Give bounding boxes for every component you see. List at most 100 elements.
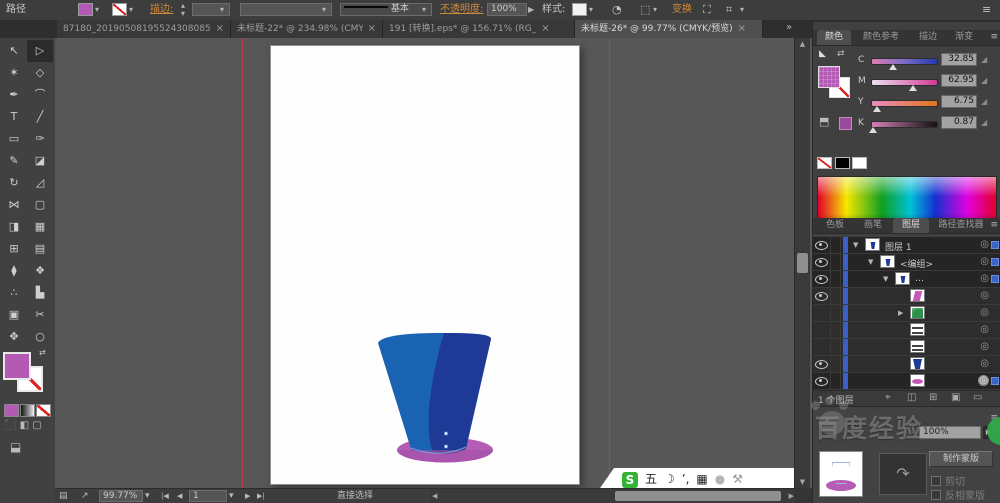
document-info-icon[interactable]: ▤ [59, 489, 68, 503]
layer-row[interactable]: ▼ 图层 1 ◎ [813, 237, 1000, 254]
guide-line-right[interactable] [609, 38, 610, 488]
mask-thumbnail-well[interactable]: ↷ [879, 453, 927, 495]
lock-toggle[interactable] [830, 237, 841, 253]
punctuation-icon[interactable]: ’, [682, 468, 690, 488]
object-thumbnail[interactable] [819, 451, 863, 497]
none-swatch[interactable] [817, 157, 832, 169]
visibility-toggle[interactable] [813, 356, 831, 372]
lock-toggle[interactable] [830, 254, 841, 270]
lock-toggle[interactable] [830, 322, 841, 338]
cup-artwork[interactable] [345, 325, 545, 470]
scroll-down-icon[interactable]: ▼ [795, 476, 810, 488]
layer-row[interactable]: ▶ ◎ [813, 305, 1000, 322]
layers-panel-menu-icon[interactable]: ≡ [990, 220, 998, 230]
target-icon[interactable]: ◎ [980, 273, 989, 284]
layer-thumbnail[interactable] [910, 323, 925, 336]
eyedropper-tool[interactable]: ⧫ [1, 260, 27, 282]
slider-thumb[interactable] [889, 64, 898, 70]
style-chevron-icon[interactable]: ▾ [589, 0, 593, 20]
profile-chevron-icon[interactable]: ▾ [422, 0, 426, 20]
k-slider[interactable] [869, 121, 938, 133]
layer-thumbnail[interactable] [910, 357, 925, 370]
tab-gradient[interactable]: 渐变 [947, 30, 981, 45]
clip-checkbox-row[interactable]: 剪切 [931, 473, 965, 488]
pen-tool[interactable]: ✒ [1, 84, 27, 106]
zoom-chevron-icon[interactable]: ▾ [145, 489, 150, 503]
delete-layer-icon[interactable]: ▭ [973, 392, 982, 403]
shape-mode-chevron-icon[interactable]: ▾ [740, 0, 744, 20]
zoom-tool[interactable]: ○ [27, 326, 53, 348]
lock-toggle[interactable] [830, 356, 841, 372]
align-icon[interactable]: ⬚ [640, 0, 650, 20]
layer-thumbnail[interactable] [880, 255, 895, 268]
layer-row[interactable]: ▼ … ◎ [813, 271, 1000, 288]
eraser-tool[interactable]: ◪ [27, 150, 53, 172]
gradient-mode-button[interactable] [20, 404, 35, 417]
guide-line-left[interactable] [242, 38, 243, 488]
wubi-mode[interactable]: 五 [645, 468, 657, 488]
m-slider[interactable] [871, 79, 938, 91]
rotate-tool[interactable]: ↻ [1, 172, 27, 194]
tools-icon[interactable]: ⚒ [732, 468, 743, 488]
layer-row[interactable]: ◎ [813, 339, 1000, 356]
layer-row[interactable]: ◎ [813, 288, 1000, 305]
target-icon[interactable]: ◎ [980, 324, 989, 335]
tab-layers[interactable]: 图层 [893, 218, 929, 233]
stroke-chevron-icon[interactable]: ▾ [129, 0, 133, 20]
prev-artboard-icon[interactable]: ◀ [177, 489, 182, 503]
draw-modes-buttons[interactable]: ⬛ ◧ ▢ [4, 420, 42, 431]
vertical-scrollbar[interactable]: ▲ ▼ [794, 38, 810, 488]
opacity-spin-icon[interactable]: ▶ [528, 0, 534, 20]
expand-toggle-icon[interactable]: ▼ [883, 275, 888, 283]
variable-width-profile-field[interactable]: 基本 [340, 3, 432, 16]
invert-mask-checkbox-row[interactable]: 反相蒙版 [931, 487, 985, 502]
stroke-weight-chevron-icon[interactable]: ▾ [220, 0, 224, 20]
layer-thumbnail[interactable] [910, 340, 925, 353]
y-value-field[interactable]: 6.75 [941, 95, 977, 108]
layer-thumbnail[interactable] [910, 306, 925, 319]
lasso-tool[interactable]: ◇ [27, 62, 53, 84]
type-tool[interactable]: T [1, 106, 27, 128]
black-swatch[interactable] [835, 157, 850, 169]
transparency-menu-icon[interactable]: ≡ [990, 413, 998, 423]
artboard-chevron-icon[interactable]: ▾ [229, 489, 234, 503]
layer-row[interactable]: ◎ [813, 356, 1000, 373]
lock-toggle[interactable] [830, 373, 841, 389]
anchor-point[interactable] [444, 444, 448, 449]
slider-thumb[interactable] [908, 85, 917, 91]
first-artboard-icon[interactable]: |◀ [161, 489, 169, 503]
shape-mode-icon[interactable]: ⌗ [726, 0, 732, 20]
none-mode-button[interactable] [36, 404, 51, 417]
visibility-toggle[interactable] [813, 373, 831, 389]
paintbrush-tool[interactable]: ✑ [27, 128, 53, 150]
visibility-toggle[interactable] [813, 271, 831, 287]
blend-tool[interactable]: ❖ [27, 260, 53, 282]
share-icon[interactable]: ↗ [81, 489, 89, 503]
curvature-tool[interactable]: ⌒ [27, 84, 53, 106]
locate-object-icon[interactable]: ⌖ [885, 392, 891, 403]
visibility-toggle[interactable] [813, 288, 831, 304]
handwriting-icon[interactable]: ● [715, 468, 725, 488]
tab-overflow-icon[interactable]: » [786, 22, 792, 33]
fill-box[interactable] [3, 352, 31, 380]
stroke-weight-field[interactable] [192, 3, 230, 16]
line-segment-tool[interactable]: ╱ [27, 106, 53, 128]
close-icon[interactable]: × [541, 20, 549, 38]
target-icon[interactable]: ◎ [980, 239, 989, 250]
close-icon[interactable]: × [216, 20, 224, 38]
brush-chevron-icon[interactable]: ▾ [322, 0, 326, 20]
control-bar-menu-icon[interactable]: ≡ [982, 0, 991, 20]
target-icon[interactable]: ◎ [980, 307, 989, 318]
tab-swatches[interactable]: 色板 [817, 218, 853, 233]
rectangle-tool[interactable]: ▭ [1, 128, 27, 150]
visibility-toggle[interactable] [813, 254, 831, 270]
visibility-toggle[interactable] [813, 305, 831, 321]
scroll-left-icon[interactable]: ◀ [432, 489, 437, 503]
layer-row[interactable]: ◎ [813, 322, 1000, 339]
slice-tool[interactable]: ✂ [27, 304, 53, 326]
horizontal-scrollbar[interactable]: ◀ ▶ [430, 489, 796, 503]
isolate-icon[interactable]: ⛶ [703, 0, 711, 20]
brush-definition-field[interactable] [240, 3, 332, 16]
layer-name[interactable]: … [915, 274, 924, 284]
expand-toggle-icon[interactable]: ▶ [898, 309, 903, 317]
